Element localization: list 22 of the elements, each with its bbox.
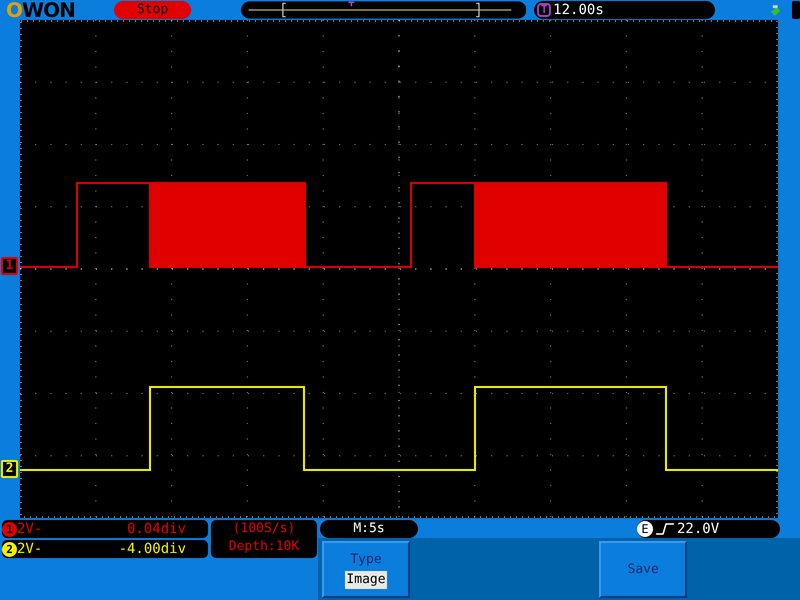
memory-depth: Depth:10K [228, 538, 300, 556]
sample-rate: (100S/s) [232, 520, 296, 538]
brand-logo: OWON [6, 0, 76, 20]
timebase: M:5s [320, 520, 418, 538]
rising-edge-icon [655, 522, 675, 536]
menu-softkey[interactable]: Type Image [322, 541, 410, 598]
channel-badge: 1 [2, 522, 17, 536]
trigger-time-badge: T [537, 3, 552, 17]
trigger-time: 12.00s [553, 1, 604, 19]
menu-softkey[interactable]: Save [599, 541, 688, 598]
channel-offset: 0.04div [126, 520, 186, 538]
channel-scale: 2V- [17, 540, 42, 558]
level-bar-icon [792, 1, 800, 19]
channel-badge: 2 [2, 542, 17, 556]
channel-marker[interactable]: 1 [1, 257, 18, 275]
run-state-indicator[interactable]: Stop [114, 1, 191, 19]
channel-offset: -4.00div [118, 540, 186, 558]
channel-scale: 2V- [17, 520, 42, 538]
device-icon [769, 3, 782, 17]
trigger-level: 22.0V [677, 520, 720, 538]
trigger-source: E [637, 521, 653, 537]
channel-marker[interactable]: 2 [1, 460, 18, 478]
